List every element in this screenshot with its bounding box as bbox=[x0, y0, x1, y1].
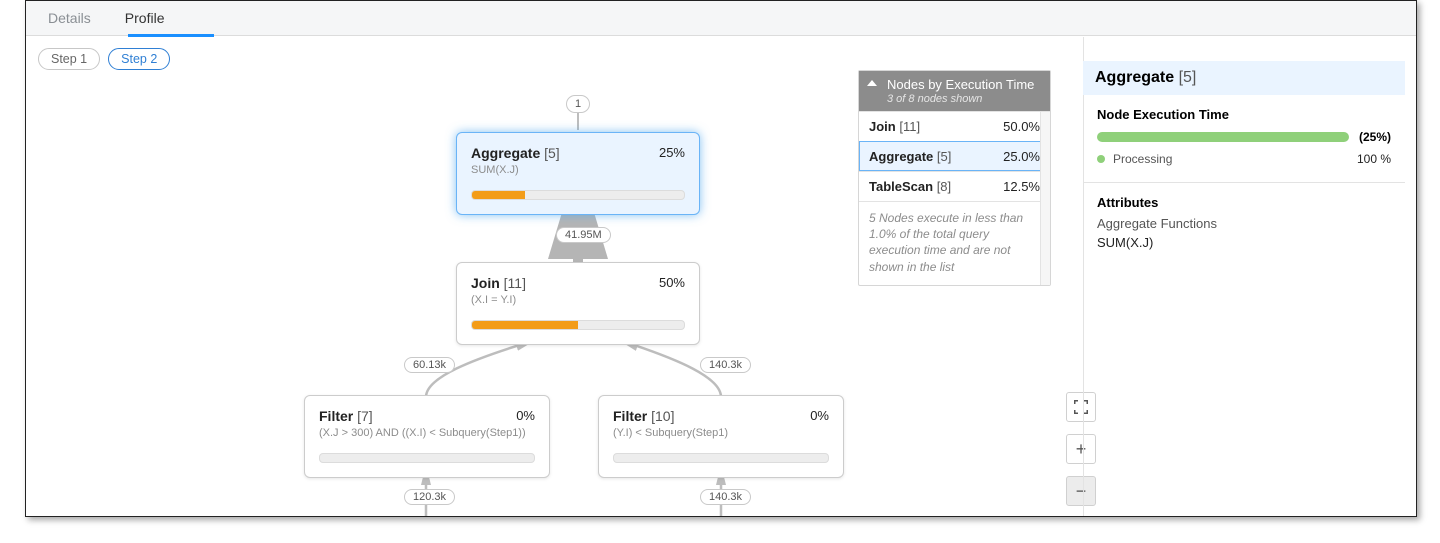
node-aggregate-pct: 25% bbox=[659, 145, 685, 160]
node-join-bar bbox=[471, 320, 685, 330]
body: Step 1 Step 2 bbox=[26, 37, 1416, 516]
node-filter10-name: Filter bbox=[613, 408, 647, 424]
nodes-panel-subtitle: 3 of 8 nodes shown bbox=[887, 93, 1040, 105]
node-filter7-subtitle: (X.J > 300) AND ((X.I) < Subquery(Step1)… bbox=[319, 427, 535, 439]
edge-pill-join-filter10: 140.3k bbox=[700, 357, 751, 373]
tab-details[interactable]: Details bbox=[48, 10, 91, 26]
detail-panel: Aggregate [5] Node Execution Time (25%) … bbox=[1083, 61, 1405, 516]
node-join-pct: 50% bbox=[659, 275, 685, 290]
collapse-icon bbox=[867, 80, 877, 86]
nodes-panel-footnote: 5 Nodes execute in less than 1.0% of the… bbox=[859, 201, 1050, 285]
edge-pill-filter10-src: 140.3k bbox=[700, 489, 751, 505]
nodes-panel-header[interactable]: Nodes by Execution Time 3 of 8 nodes sho… bbox=[859, 71, 1050, 111]
row-idx: [5] bbox=[937, 149, 951, 164]
nodes-panel-title: Nodes by Execution Time bbox=[887, 77, 1034, 92]
root-output-badge: 1 bbox=[566, 95, 590, 113]
node-filter7-name: Filter bbox=[319, 408, 353, 424]
detail-exec-bar bbox=[1097, 132, 1349, 142]
tabs: Details Profile bbox=[26, 1, 1416, 36]
node-filter7-title: Filter [7] bbox=[319, 408, 535, 424]
scrollbar[interactable] bbox=[1040, 112, 1050, 285]
root-output-value: 1 bbox=[575, 98, 581, 110]
node-filter7-pct: 0% bbox=[516, 408, 535, 423]
row-name: Aggregate bbox=[869, 149, 933, 164]
node-join-idx: [11] bbox=[504, 275, 526, 291]
node-filter10-subtitle: (Y.I) < Subquery(Step1) bbox=[613, 427, 829, 439]
legend-label: Processing bbox=[1113, 152, 1172, 166]
node-aggregate-name: Aggregate bbox=[471, 145, 540, 161]
detail-title-idx: [5] bbox=[1179, 69, 1197, 86]
nodes-panel: Nodes by Execution Time 3 of 8 nodes sho… bbox=[858, 70, 1051, 286]
nodes-panel-row-aggregate[interactable]: Aggregate [5] 25.0% bbox=[859, 141, 1050, 171]
node-aggregate-title: Aggregate [5] bbox=[471, 145, 685, 161]
nodes-panel-row-tablescan[interactable]: TableScan [8] 12.5% bbox=[859, 171, 1050, 201]
row-name: TableScan bbox=[869, 179, 933, 194]
edge-pill-filter7-src: 120.3k bbox=[404, 489, 455, 505]
detail-exec-label: Node Execution Time bbox=[1097, 107, 1391, 122]
row-pct: 12.5% bbox=[1003, 179, 1040, 194]
detail-exec-pct: (25%) bbox=[1359, 130, 1391, 144]
node-filter10-bar bbox=[613, 453, 829, 463]
detail-title-name: Aggregate bbox=[1095, 69, 1174, 86]
app-frame: Details Profile Step 1 Step 2 bbox=[25, 0, 1417, 517]
detail-exec-section: Node Execution Time (25%) Processing 100… bbox=[1083, 95, 1405, 170]
node-join-subtitle: (X.I = Y.I) bbox=[471, 294, 685, 306]
edge-pill-join-filter7: 60.13k bbox=[404, 357, 455, 373]
detail-attributes: Attributes Aggregate Functions SUM(X.J) bbox=[1083, 183, 1405, 262]
row-pct: 50.0% bbox=[1003, 119, 1040, 134]
node-filter-7[interactable]: 0% Filter [7] (X.J > 300) AND ((X.I) < S… bbox=[304, 395, 550, 478]
node-aggregate[interactable]: 25% Aggregate [5] SUM(X.J) bbox=[456, 132, 700, 215]
node-filter7-idx: [7] bbox=[357, 408, 373, 424]
node-join-title: Join [11] bbox=[471, 275, 685, 291]
detail-aggfn-label: Aggregate Functions bbox=[1097, 216, 1391, 231]
node-aggregate-bar bbox=[471, 190, 685, 200]
node-filter10-idx: [10] bbox=[651, 408, 674, 424]
nodes-panel-row-join[interactable]: Join [11] 50.0% bbox=[859, 111, 1050, 141]
tab-profile[interactable]: Profile bbox=[125, 10, 165, 26]
row-idx: [8] bbox=[937, 179, 951, 194]
node-aggregate-idx: [5] bbox=[544, 145, 560, 161]
node-join[interactable]: 50% Join [11] (X.I = Y.I) bbox=[456, 262, 700, 345]
node-filter7-bar bbox=[319, 453, 535, 463]
legend-dot-icon bbox=[1097, 155, 1105, 163]
detail-legend-processing: Processing 100 % bbox=[1097, 152, 1391, 166]
row-idx: [11] bbox=[899, 119, 920, 134]
detail-attributes-heading: Attributes bbox=[1097, 195, 1391, 210]
detail-exec-bar-row: (25%) bbox=[1097, 130, 1391, 144]
node-join-name: Join bbox=[471, 275, 500, 291]
node-filter-10[interactable]: 0% Filter [10] (Y.I) < Subquery(Step1) bbox=[598, 395, 844, 478]
legend-value: 100 % bbox=[1357, 152, 1391, 166]
detail-header: Aggregate [5] bbox=[1083, 61, 1405, 95]
row-name: Join bbox=[869, 119, 896, 134]
row-pct: 25.0% bbox=[1003, 149, 1040, 164]
detail-aggfn-value: SUM(X.J) bbox=[1097, 235, 1391, 250]
node-filter10-pct: 0% bbox=[810, 408, 829, 423]
edge-pill-agg-join: 41.95M bbox=[556, 227, 611, 243]
node-filter10-title: Filter [10] bbox=[613, 408, 829, 424]
node-aggregate-subtitle: SUM(X.J) bbox=[471, 164, 685, 176]
